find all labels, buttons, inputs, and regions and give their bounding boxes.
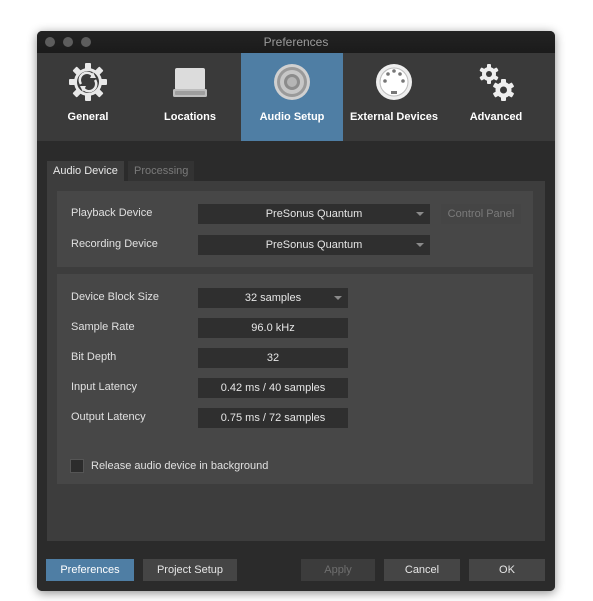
- playback-device-select[interactable]: PreSonus Quantum: [198, 204, 430, 224]
- toolbar-general-label: General: [67, 111, 109, 123]
- title-bar: Preferences: [37, 31, 555, 53]
- sample-rate-label: Sample Rate: [71, 321, 135, 333]
- tab-processing[interactable]: Processing: [128, 161, 195, 181]
- window-title: Preferences: [263, 35, 329, 49]
- input-latency-value: 0.42 ms / 40 samples: [198, 378, 348, 398]
- recording-device-value: PreSonus Quantum: [265, 239, 363, 251]
- release-device-checkbox[interactable]: [70, 459, 84, 473]
- output-latency-value: 0.75 ms / 72 samples: [198, 408, 348, 428]
- toolbar-audio-setup[interactable]: Audio Setup: [241, 53, 343, 141]
- chevron-down-icon: [416, 243, 424, 247]
- chevron-down-icon: [416, 212, 424, 216]
- device-settings-group: Device Block Size 32 samples Sample Rate…: [57, 274, 533, 484]
- playback-device-label: Playback Device: [71, 207, 153, 219]
- toolbar-locations-label: Locations: [164, 111, 216, 123]
- block-size-value: 32 samples: [244, 292, 302, 304]
- recording-device-select[interactable]: PreSonus Quantum: [198, 235, 430, 255]
- block-size-select[interactable]: 32 samples: [198, 288, 348, 308]
- release-device-label: Release audio device in background: [91, 460, 269, 472]
- preferences-window: Preferences General Locations Audio Setu…: [37, 31, 555, 591]
- output-latency-label: Output Latency: [71, 411, 146, 423]
- bit-depth-value: 32: [198, 348, 348, 368]
- chevron-down-icon: [334, 296, 342, 300]
- toolbar-external-devices[interactable]: External Devices: [343, 53, 445, 141]
- speaker-icon: [274, 64, 310, 100]
- apply-button[interactable]: Apply: [301, 559, 375, 581]
- playback-device-value: PreSonus Quantum: [265, 208, 363, 220]
- sample-rate-value: 96.0 kHz: [198, 318, 348, 338]
- control-panel-button[interactable]: Control Panel: [441, 204, 521, 224]
- toolbar-general[interactable]: General: [37, 53, 139, 141]
- toolbar-audio-setup-label: Audio Setup: [259, 111, 325, 123]
- recording-device-label: Recording Device: [71, 238, 158, 250]
- audio-device-panel: Playback Device PreSonus Quantum Control…: [47, 181, 545, 541]
- device-selection-group: Playback Device PreSonus Quantum Control…: [57, 191, 533, 267]
- toolbar-advanced-label: Advanced: [469, 111, 523, 123]
- midi-connector-icon: [376, 64, 412, 100]
- preferences-button[interactable]: Preferences: [46, 559, 134, 581]
- preferences-toolbar: General Locations Audio Setup External D…: [37, 53, 555, 141]
- input-latency-label: Input Latency: [71, 381, 138, 393]
- block-size-label: Device Block Size: [71, 291, 160, 303]
- preferences-content: Audio Device Processing Playback Device …: [37, 141, 555, 546]
- bit-depth-label: Bit Depth: [71, 351, 117, 363]
- drive-icon: [173, 68, 207, 97]
- general-icon: [69, 63, 107, 101]
- footer-bar: Preferences Project Setup Apply Cancel O…: [37, 546, 555, 591]
- toolbar-advanced[interactable]: Advanced: [445, 53, 547, 141]
- toolbar-locations[interactable]: Locations: [139, 53, 241, 141]
- project-setup-button[interactable]: Project Setup: [143, 559, 237, 581]
- toolbar-external-devices-label: External Devices: [349, 111, 439, 123]
- cancel-button[interactable]: Cancel: [384, 559, 460, 581]
- tab-audio-device[interactable]: Audio Device: [47, 161, 124, 181]
- ok-button[interactable]: OK: [469, 559, 545, 581]
- gears-icon: [479, 64, 514, 101]
